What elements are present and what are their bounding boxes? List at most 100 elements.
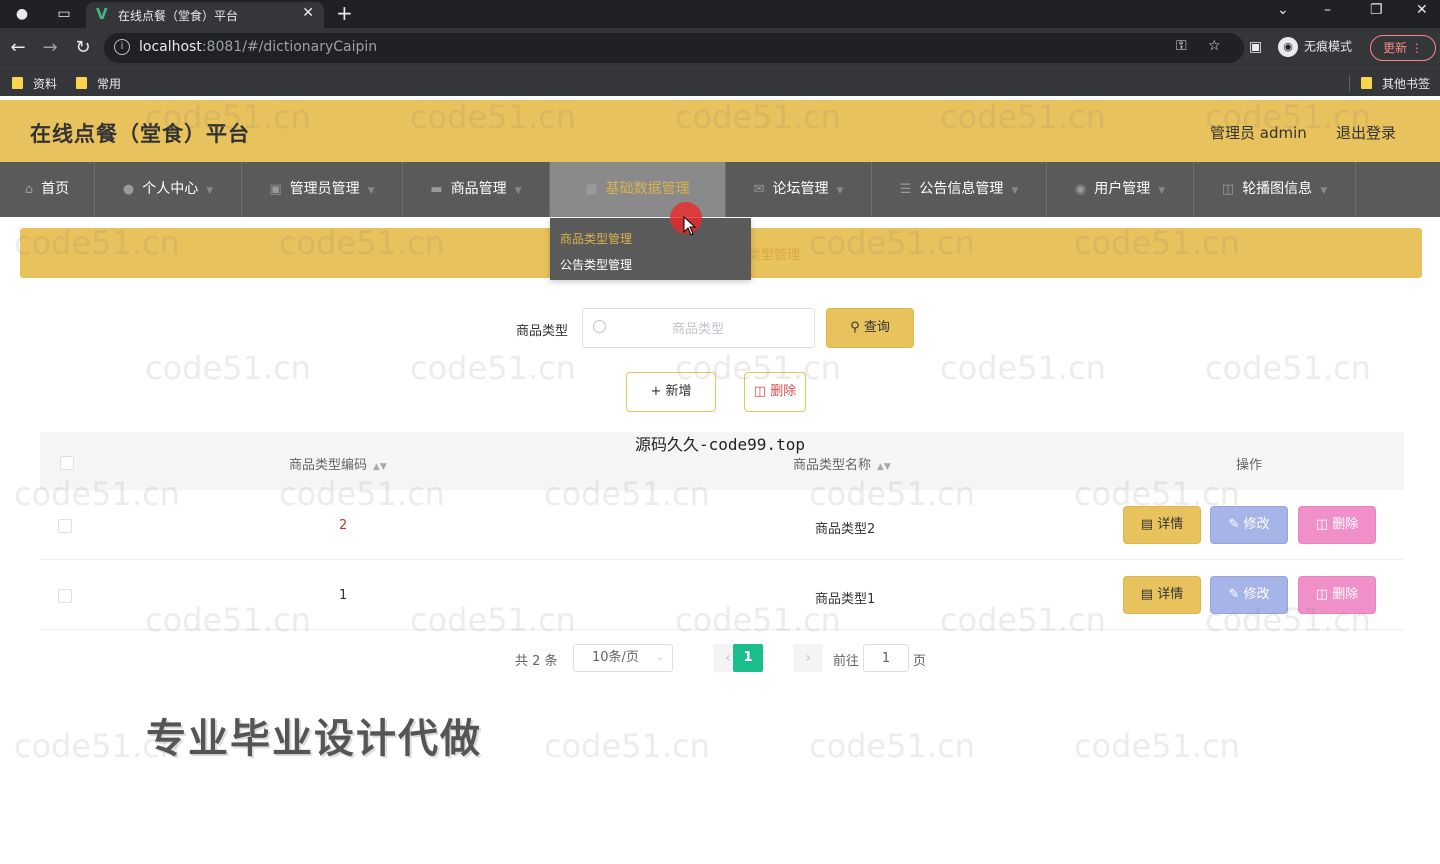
cell-code: 2	[339, 518, 348, 533]
menu-item-users[interactable]: ◉ 用户管理 ▼	[1047, 162, 1194, 217]
pencil-icon: ✎	[1228, 517, 1240, 532]
query-button[interactable]: ⚲ 查询	[826, 308, 914, 348]
cell-name: 商品类型2	[815, 522, 876, 537]
site-info-icon[interactable]: i	[114, 39, 130, 55]
close-tab-icon[interactable]: ✕	[302, 5, 314, 21]
menu-label: 商品管理	[450, 181, 507, 197]
goods-icon: ▬	[430, 182, 443, 197]
bookmark-label: 资料	[33, 77, 58, 91]
edit-button[interactable]: ✎ 修改	[1210, 576, 1288, 614]
header-name[interactable]: 商品类型名称 ▲▼	[793, 454, 891, 473]
restore-icon[interactable]: ❐	[1370, 2, 1383, 18]
user-icon: ●	[122, 182, 135, 197]
delete-button[interactable]: ◫ 删除	[1298, 576, 1376, 614]
bookmark-folder-1[interactable]: 资料	[12, 75, 57, 92]
home-icon: ⌂	[24, 182, 34, 197]
menu-item-home[interactable]: ⌂ 首页	[0, 162, 95, 217]
next-page-button[interactable]: ›	[793, 644, 823, 672]
search-icon	[593, 320, 606, 333]
submenu-notice-type[interactable]: 公告类型管理	[560, 256, 632, 273]
header-name-label: 商品类型名称	[793, 458, 872, 473]
address-bar: ← → ↻ i localhost:8081/#/dictionaryCaipi…	[0, 28, 1440, 68]
admin-label: 管理员 admin	[1210, 124, 1307, 142]
pagination-total: 共 2 条	[515, 654, 558, 669]
page-number-current[interactable]: 1	[733, 644, 763, 672]
select-all-checkbox[interactable]	[60, 456, 74, 470]
forward-icon[interactable]: →	[39, 37, 61, 59]
submenu-dropdown: 商品类型管理 公告类型管理	[550, 218, 751, 280]
main-menu: ⌂ 首页 ● 个人中心 ▼ ▣ 管理员管理 ▼ ▬ 商品管理 ▼ ■ 基础数据管理 ✉ 论坛管理 ▼…	[0, 162, 1440, 217]
menu-item-forum[interactable]: ✉ 论坛管理 ▼	[726, 162, 872, 217]
table-row: 2 商品类型2 ▤ 详情 ✎ 修改 ◫ 删除	[40, 490, 1404, 560]
detail-button[interactable]: ▤ 详情	[1123, 576, 1201, 614]
detail-label: 详情	[1157, 517, 1184, 532]
menu-item-admins[interactable]: ▣ 管理员管理 ▼	[242, 162, 403, 217]
menu-item-notice[interactable]: ☰ 公告信息管理 ▼	[872, 162, 1047, 217]
document-icon: ▤	[1140, 587, 1154, 602]
bookmark-folder-2[interactable]: 常用	[76, 75, 121, 92]
menu-label: 基础数据管理	[605, 181, 690, 197]
incognito-icon: ◉	[1278, 37, 1298, 57]
bookmark-label: 常用	[97, 77, 122, 91]
update-button[interactable]: 更新 ⋮	[1370, 35, 1436, 61]
menu-item-profile[interactable]: ● 个人中心 ▼	[95, 162, 242, 217]
sidepanel-icon[interactable]: ▣	[1249, 39, 1262, 55]
row-checkbox[interactable]	[58, 519, 72, 533]
url-field[interactable]: i localhost:8081/#/dictionaryCaipin ⚿ ☆	[104, 33, 1244, 63]
menu-item-goods[interactable]: ▬ 商品管理 ▼	[403, 162, 550, 217]
detail-button[interactable]: ▤ 详情	[1123, 506, 1201, 544]
menu-label: 公告信息管理	[919, 181, 1004, 197]
back-icon[interactable]: ←	[7, 37, 29, 59]
header-code[interactable]: 商品类型编码 ▲▼	[289, 454, 387, 473]
menu-label: 首页	[41, 181, 70, 197]
minimize-icon[interactable]: –	[1324, 2, 1331, 18]
search-input[interactable]	[613, 317, 783, 341]
goto-page-input[interactable]	[863, 644, 909, 672]
bookmarks-bar: 资料 常用 其他书签	[0, 68, 1440, 96]
new-tab-icon[interactable]: +	[336, 1, 353, 25]
row-checkbox[interactable]	[58, 589, 72, 603]
pencil-icon: ✎	[1228, 587, 1240, 602]
logout-button[interactable]: 退出登录	[1336, 122, 1396, 143]
close-window-icon[interactable]: ✕	[1416, 2, 1428, 18]
sort-icon[interactable]: ▲▼	[877, 462, 891, 472]
tab-search-icon[interactable]: ▭	[54, 4, 74, 24]
page-size-value: 10条/页	[592, 650, 639, 665]
remove-label: 删除	[1332, 587, 1359, 602]
detail-label: 详情	[1157, 587, 1184, 602]
remove-label: 删除	[1332, 517, 1359, 532]
key-icon[interactable]: ⚿	[1176, 38, 1187, 54]
batch-delete-button[interactable]: ◫ 删除	[744, 372, 806, 412]
bookmark-star-icon[interactable]: ☆	[1208, 38, 1221, 54]
sort-icon[interactable]: ▲▼	[373, 462, 387, 472]
reload-icon[interactable]: ↻	[72, 37, 94, 59]
add-button[interactable]: + 新增	[626, 372, 716, 412]
browser-tab[interactable]: V 在线点餐（堂食）平台 ✕	[86, 2, 324, 28]
overlay-watermark-text: 源码久久-code99.top	[635, 435, 805, 454]
other-bookmarks[interactable]: 其他书签	[1361, 75, 1430, 92]
submenu-goods-type[interactable]: 商品类型管理	[560, 230, 632, 247]
main-content: 商品类型 ⚲ 查询 + 新增 ◫ 删除 商品类型编码 ▲▼ 商品类型名称 ▲▼ 操作…	[20, 288, 1422, 690]
edit-button[interactable]: ✎ 修改	[1210, 506, 1288, 544]
search-field[interactable]	[582, 308, 815, 348]
incognito-indicator[interactable]: ◉ 无痕模式	[1278, 37, 1352, 57]
globe-icon[interactable]: ●	[12, 4, 32, 24]
tab-list-icon[interactable]: ⌄	[1277, 2, 1289, 18]
document-icon: ▤	[1140, 517, 1154, 532]
promo-overlay-text: 专业毕业设计代做	[146, 716, 482, 762]
update-label: 更新	[1383, 41, 1408, 55]
trash-icon: ◫	[1315, 587, 1329, 602]
browser-tabbar: ● ▭ V 在线点餐（堂食）平台 ✕ + ⌄ – ❐ ✕	[0, 0, 1440, 28]
page-size-select[interactable]: 10条/页 ⌄	[573, 644, 673, 672]
folder-icon	[1361, 77, 1372, 89]
menu-label: 管理员管理	[289, 181, 360, 197]
menu-item-carousel[interactable]: ◫ 轮播图信息 ▼	[1194, 162, 1356, 217]
menu-label: 轮播图信息	[1242, 181, 1313, 197]
search-icon: ⚲	[850, 320, 860, 335]
folder-icon	[76, 77, 87, 89]
delete-label: 删除	[770, 384, 797, 399]
data-icon: ■	[585, 182, 598, 197]
url-host: localhost	[139, 39, 202, 55]
trash-icon: ◫	[753, 384, 767, 399]
delete-button[interactable]: ◫ 删除	[1298, 506, 1376, 544]
